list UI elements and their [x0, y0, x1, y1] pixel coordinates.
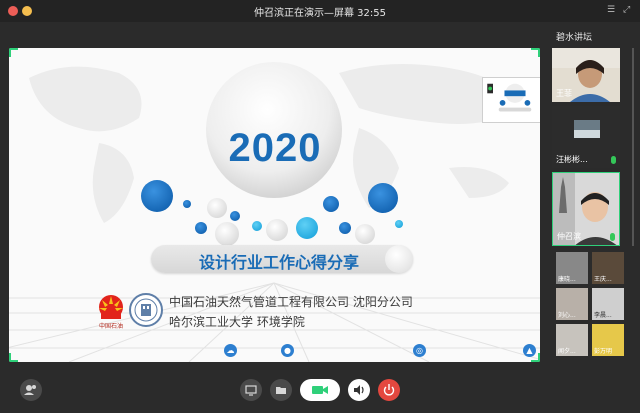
decor-dot — [183, 200, 191, 208]
end-meeting-button[interactable] — [378, 379, 400, 401]
participant-name: 仲召滨 — [557, 232, 581, 241]
decor-dot — [323, 196, 339, 212]
participant-avatar-tile[interactable]: 闻夕... — [556, 324, 588, 356]
participant-video-tile[interactable]: 汪彬彬... — [552, 106, 620, 168]
participant-name: 王庆... — [594, 276, 612, 283]
decor-dot — [266, 219, 288, 241]
audio-button[interactable] — [348, 379, 370, 401]
expand-icon[interactable]: ⤢ — [623, 6, 633, 15]
participant-avatar-tile[interactable]: 彭万明 — [592, 324, 624, 356]
participant-video-tile[interactable]: 王菲 — [552, 48, 620, 102]
participant-name: 李晨... — [594, 312, 612, 319]
petrochina-logo-text: 中国石油 — [98, 323, 123, 330]
decor-dot — [368, 183, 398, 213]
microphone-icon — [610, 233, 615, 241]
slide-subtitle: 设计行业工作心得分享 — [198, 253, 359, 272]
members-button[interactable] — [20, 379, 42, 401]
layout-icon[interactable]: ☰ — [607, 6, 617, 15]
share-frame-corner — [531, 48, 540, 57]
participant-name: 王菲 — [556, 89, 572, 98]
participant-avatar-tile[interactable]: 刘心... — [556, 288, 588, 320]
meeting-toolbar — [0, 367, 640, 413]
window-title: 仲召滨正在演示—屏幕 32:55 — [254, 8, 386, 19]
slide-year: 2020 — [228, 126, 322, 170]
meeting-name: 碧水讲坛 — [556, 33, 593, 43]
participant-name: 汪彬彬... — [556, 155, 588, 164]
decor-dot — [296, 217, 318, 239]
participant-name: 彭万明 — [594, 348, 613, 355]
participant-name: 刘心... — [558, 312, 576, 319]
slide-thumbnail[interactable] — [482, 77, 540, 123]
hit-university-logo — [129, 293, 163, 327]
decor-dot — [207, 198, 227, 218]
power-icon — [383, 384, 395, 396]
participant-name: 康晓... — [558, 276, 576, 283]
title-bar: 仲召滨正在演示—屏幕 32:55 ☰ ⤢ — [0, 0, 640, 22]
members-icon — [24, 385, 36, 395]
share-frame-corner — [531, 353, 540, 362]
decor-dot — [339, 222, 351, 234]
screen-share-icon — [245, 385, 257, 396]
decor-dot — [355, 224, 375, 244]
banner-cap — [385, 245, 413, 273]
shared-screen: 2020 设计行业工作心得分享 中国石油 中国石油天然气管道工程有限公司 沈阳分… — [0, 22, 548, 367]
video-toggle-button[interactable] — [300, 379, 340, 401]
panel-scrollbar[interactable] — [632, 48, 634, 246]
participant-video-tile-active[interactable]: 仲召滨 — [552, 172, 620, 246]
files-button[interactable] — [270, 379, 292, 401]
decor-dot — [141, 180, 173, 212]
camera-icon — [312, 386, 328, 394]
decor-dot — [395, 220, 403, 228]
participant-avatar-tile[interactable]: 李晨... — [592, 288, 624, 320]
participant-name: 闻夕... — [558, 348, 576, 355]
decor-dot — [195, 222, 207, 234]
speaker-icon — [354, 385, 364, 395]
microphone-icon — [611, 156, 616, 164]
slide-footer-icon: ● — [281, 344, 294, 357]
participant-avatar-tile[interactable]: 王庆... — [592, 252, 624, 284]
share-frame-corner — [9, 353, 18, 362]
folder-icon — [276, 387, 286, 394]
share-frame-corner — [9, 48, 18, 57]
org-line-2: 哈尔滨工业大学 环境学院 — [169, 315, 305, 329]
presentation-slide: 2020 设计行业工作心得分享 中国石油 中国石油天然气管道工程有限公司 沈阳分… — [9, 48, 540, 362]
participants-panel: 碧水讲坛 王菲 汪彬彬... 仲召滨 康晓... 王庆... 刘心... 李晨.… — [548, 22, 640, 367]
slide-footer-icon: ☁ — [224, 344, 237, 357]
screen-share-button[interactable] — [240, 379, 262, 401]
decor-dot — [252, 221, 262, 231]
decor-dot — [215, 222, 239, 246]
slide-footer-icon: ◎ — [413, 344, 426, 357]
org-line-1: 中国石油天然气管道工程有限公司 沈阳分公司 — [169, 295, 413, 309]
decor-dot — [230, 211, 240, 221]
meeting-window: 仲召滨正在演示—屏幕 32:55 ☰ ⤢ 2020 设计行业工作心得分享 中国石… — [0, 0, 640, 413]
participant-avatar-tile[interactable]: 康晓... — [556, 252, 588, 284]
